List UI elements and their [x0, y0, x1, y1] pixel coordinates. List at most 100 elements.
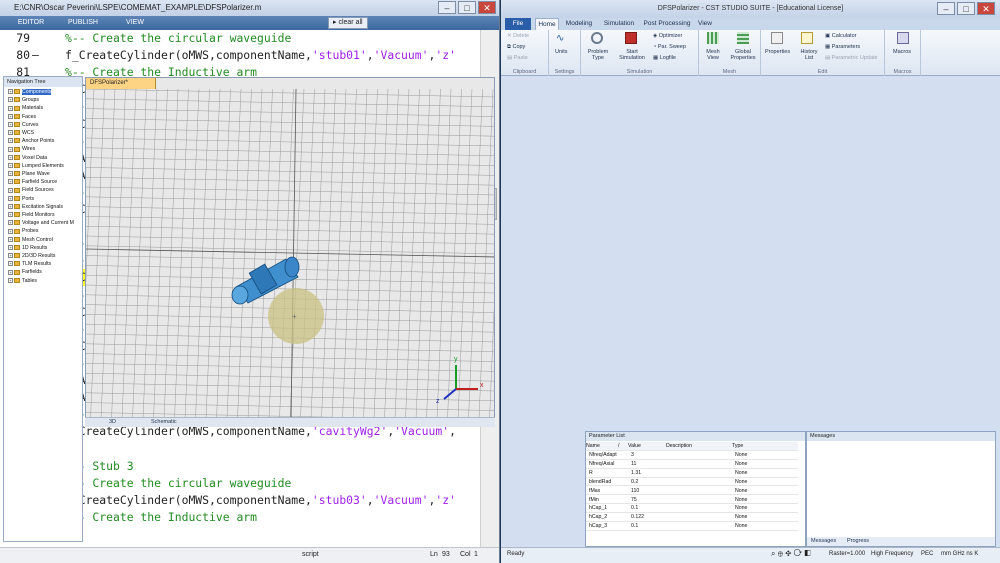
- nav-item[interactable]: + Groups: [8, 96, 39, 104]
- tab-view-cst[interactable]: View: [695, 18, 715, 30]
- tab-messages[interactable]: Messages: [811, 537, 836, 546]
- tab-progress[interactable]: Progress: [847, 537, 869, 546]
- clear-all-button[interactable]: ▸ clear all: [328, 17, 368, 29]
- parameters-button[interactable]: ▦ Parameters: [825, 44, 860, 50]
- tab-post-processing[interactable]: Post Processing: [641, 18, 693, 30]
- copy-button[interactable]: ⧉ Copy: [507, 44, 525, 51]
- expand-icon[interactable]: +: [8, 203, 13, 209]
- nav-item[interactable]: +2D/3D Results: [8, 252, 55, 260]
- breakpoint-marker[interactable]: —: [32, 47, 39, 64]
- tab-schematic[interactable]: Schematic: [151, 419, 177, 425]
- expand-icon[interactable]: +: [8, 187, 13, 193]
- table-row[interactable]: Nfreq/Axial 11 None: [586, 460, 798, 469]
- nav-item[interactable]: +1D Results: [8, 244, 47, 252]
- mesh-view-icon[interactable]: [707, 32, 719, 44]
- column-header[interactable]: Value: [628, 442, 641, 450]
- cst-minimize-icon[interactable]: –: [937, 2, 955, 15]
- nav-item[interactable]: + Farfield Source: [8, 178, 57, 186]
- minimize-icon[interactable]: –: [438, 1, 456, 14]
- expand-icon[interactable]: +: [8, 269, 13, 275]
- properties-button[interactable]: Properties: [765, 49, 790, 55]
- nav-item[interactable]: + Probes: [8, 227, 38, 235]
- par-sweep-button[interactable]: ◔ Par. Sweep: [653, 44, 686, 50]
- problem-type-icon[interactable]: [591, 32, 603, 44]
- nav-item[interactable]: + Wires: [8, 145, 35, 153]
- macros-icon[interactable]: [897, 32, 909, 44]
- history-list-button[interactable]: History List: [797, 49, 821, 61]
- expand-icon[interactable]: +: [8, 171, 13, 177]
- nav-item[interactable]: + Materials: [8, 104, 43, 112]
- nav-item[interactable]: + Voltage and Current M: [8, 219, 74, 227]
- optimizer-button[interactable]: ◈ Optimizer: [653, 33, 682, 39]
- nav-item[interactable]: + Lumped Elements: [8, 162, 64, 170]
- tab-publish[interactable]: PUBLISH: [60, 16, 106, 30]
- tab-file[interactable]: File: [505, 18, 531, 30]
- expand-icon[interactable]: +: [8, 89, 13, 95]
- column-header[interactable]: /: [618, 442, 619, 450]
- tab-home[interactable]: Home: [535, 18, 559, 30]
- viewport-canvas[interactable]: + y x z: [86, 89, 495, 427]
- expand-icon[interactable]: +: [8, 195, 13, 201]
- tab-editor[interactable]: EDITOR: [8, 16, 54, 30]
- mesh-view-button[interactable]: Mesh View: [703, 49, 723, 61]
- table-row[interactable]: blendRad 0.2 None: [586, 478, 798, 487]
- table-row[interactable]: R 1.31 None: [586, 469, 798, 478]
- expand-icon[interactable]: +: [8, 179, 13, 185]
- paste-button[interactable]: ▤ Paste: [507, 55, 528, 61]
- table-row[interactable]: Nfreq/Adapt 3 None: [586, 451, 798, 460]
- code-line[interactable]: 80— f_CreateCylinder(oMWS,componentName,'…: [0, 47, 480, 64]
- nav-item[interactable]: + Field Sources: [8, 186, 54, 194]
- expand-icon[interactable]: +: [8, 97, 13, 103]
- properties-icon[interactable]: [771, 32, 783, 44]
- table-row[interactable]: fMax 110 None: [586, 487, 798, 496]
- status-frequency[interactable]: High Frequency: [871, 551, 913, 557]
- expand-icon[interactable]: +: [8, 228, 13, 234]
- delete-button[interactable]: ✕ Delete: [507, 33, 529, 39]
- nav-item[interactable]: + Components: [8, 88, 52, 96]
- expand-icon[interactable]: +: [8, 236, 13, 242]
- nav-item[interactable]: + Field Monitors: [8, 211, 55, 219]
- column-header[interactable]: Description: [666, 442, 692, 450]
- tab-3d[interactable]: 3D: [109, 419, 116, 425]
- zoom-icon[interactable]: ⌕ ⊕ ✥ ⟳ ◧: [771, 549, 811, 559]
- 3d-viewport[interactable]: DFSPolarizer* + y x z: [85, 77, 495, 427]
- nav-item[interactable]: + TLM Results: [8, 260, 51, 268]
- column-header[interactable]: Name: [586, 442, 600, 450]
- column-header[interactable]: Type: [732, 442, 743, 450]
- nav-item[interactable]: + Anchor Points: [8, 137, 54, 145]
- tab-modeling[interactable]: Modeling: [561, 18, 597, 30]
- nav-item[interactable]: + Voxel Data: [8, 154, 47, 162]
- document-tab[interactable]: DFSPolarizer*: [86, 78, 156, 89]
- nav-item[interactable]: + Plane Wave: [8, 170, 50, 178]
- expand-icon[interactable]: +: [8, 253, 13, 259]
- table-row[interactable]: hCap_3 0.1 None: [586, 522, 798, 531]
- macros-button[interactable]: Macros: [893, 49, 911, 55]
- tab-simulation[interactable]: Simulation: [599, 18, 639, 30]
- expand-icon[interactable]: +: [8, 261, 13, 267]
- expand-icon[interactable]: +: [8, 212, 13, 218]
- expand-icon[interactable]: +: [8, 244, 13, 250]
- table-row[interactable]: hCap_2 0.122 None: [586, 513, 798, 523]
- expand-icon[interactable]: +: [8, 154, 13, 160]
- nav-item[interactable]: + Ports: [8, 195, 34, 203]
- problem-type-button[interactable]: Problem Type: [585, 49, 611, 61]
- start-simulation-icon[interactable]: [625, 32, 637, 44]
- cst-close-icon[interactable]: ✕: [977, 2, 995, 15]
- nav-item[interactable]: + Faces: [8, 113, 36, 121]
- nav-item[interactable]: + Farfields: [8, 268, 42, 276]
- history-list-icon[interactable]: [801, 32, 813, 44]
- calculator-button[interactable]: ▣ Calculator: [825, 33, 857, 39]
- maximize-icon[interactable]: □: [458, 1, 476, 14]
- units-icon[interactable]: ∿: [556, 33, 564, 44]
- start-simulation-button[interactable]: Start Simulation: [617, 49, 647, 61]
- expand-icon[interactable]: +: [8, 146, 13, 152]
- global-properties-icon[interactable]: [737, 32, 749, 44]
- expand-icon[interactable]: +: [8, 220, 13, 226]
- expand-icon[interactable]: +: [8, 113, 13, 119]
- nav-item[interactable]: + Mesh Control: [8, 236, 53, 244]
- global-properties-button[interactable]: Global Properties: [727, 49, 759, 61]
- expand-icon[interactable]: +: [8, 138, 13, 144]
- expand-icon[interactable]: +: [8, 130, 13, 136]
- table-row[interactable]: hCap_1 0.1 None: [586, 504, 798, 514]
- tab-view[interactable]: VIEW: [112, 16, 158, 30]
